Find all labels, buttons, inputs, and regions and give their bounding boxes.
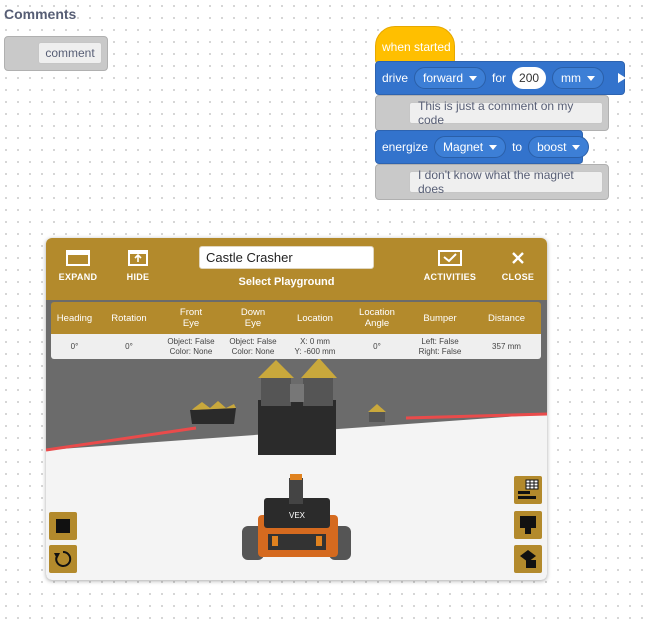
activities-label: ACTIVITIES [423,272,477,282]
header-distance: Distance [488,312,525,324]
expand-label: EXPAND [58,272,98,282]
sensor-readout-table: Heading Rotation Front Eye Down Eye Loca… [51,302,541,359]
energize-mode-dropdown[interactable]: boost [528,136,590,158]
camera-top-view-button[interactable] [514,511,542,539]
close-button[interactable]: CLOSE [494,250,542,282]
playground-scene[interactable]: VEX Heading Rotation Front Eye Down Eye … [46,300,547,580]
expand-button[interactable]: EXPAND [54,250,102,282]
header-location-angle: Location Angle [359,307,395,329]
drive-block[interactable]: drive forward for 200 mm [375,61,627,95]
drive-unit-value: mm [561,71,582,85]
close-icon [512,252,524,264]
activities-icon [438,250,462,266]
comment-1-text[interactable]: This is just a comment on my code [409,99,603,127]
header-bumper: Bumper [423,312,457,324]
sensor-header-row: Heading Rotation Front Eye Down Eye Loca… [51,302,541,334]
close-label: CLOSE [501,272,535,282]
drive-unit-dropdown[interactable]: mm [552,67,605,89]
value-location: X: 0 mm Y: -600 mm [294,336,336,356]
chevron-down-icon [469,75,478,81]
robot-screen-text: VEX [289,511,306,520]
activities-button[interactable]: ACTIVITIES [418,250,482,282]
header-location: Location [297,312,333,324]
select-playground-label[interactable]: Select Playground [199,276,374,288]
drive-label: drive [382,71,409,85]
follow-camera-icon [520,550,536,568]
energize-block[interactable]: energize Magnet to boost [375,130,590,164]
expand-icon [66,250,90,266]
dashboard-icon [518,479,539,499]
value-rotation: 0° [125,341,133,351]
energize-mode-value: boost [537,140,567,154]
crate-model-left [190,401,236,424]
chevron-down-icon [587,75,596,81]
castle-model [258,358,337,455]
chevron-down-icon [489,144,498,150]
energize-label: energize [382,140,429,154]
header-down-eye: Down Eye [240,307,266,329]
reset-icon [54,550,72,567]
header-rotation: Rotation [111,312,147,324]
drive-direction-value: forward [423,71,464,85]
drive-for-label: for [492,71,507,85]
when-started-label: when started [382,40,451,54]
dashboard-button[interactable] [514,476,542,504]
reset-button[interactable] [49,545,77,573]
playground-window: EXPAND HIDE Castle Crasher Select Playgr… [46,238,547,580]
energize-target-value: Magnet [443,140,484,154]
value-down-eye: Object: False Color: None [229,336,277,356]
value-front-eye: Object: False Color: None [167,336,215,356]
top-view-camera-icon [520,516,536,534]
header-heading: Heading [56,312,93,324]
sensor-value-row: 0° 0° Object: False Color: None Object: … [51,334,541,359]
value-heading: 0° [70,341,79,351]
energize-to-label: to [512,140,523,154]
value-distance: 357 mm [492,341,521,351]
hide-icon [128,250,148,266]
camera-follow-button[interactable] [514,545,542,573]
palette-comment-block[interactable]: comment [4,36,108,71]
hide-label: HIDE [126,272,150,282]
stop-icon [56,519,70,533]
playground-name-field[interactable]: Castle Crasher [199,246,374,269]
when-started-block[interactable]: when started [375,26,455,64]
hide-button[interactable]: HIDE [114,250,162,282]
palette-comment-label: comment [38,42,102,64]
header-front-eye: Front Eye [179,307,203,329]
energize-target-dropdown[interactable]: Magnet [434,136,507,158]
stop-button[interactable] [49,512,77,540]
drive-distance-input[interactable]: 200 [512,67,547,89]
comment-2-text[interactable]: I don't know what the magnet does [409,168,603,196]
small-tower-right [368,404,386,422]
comment-block-2[interactable]: I don't know what the magnet does [375,164,609,200]
chevron-down-icon [572,144,581,150]
value-bumper: Left: False Right: False [418,336,462,356]
palette-title: Comments [4,6,77,22]
playground-header: EXPAND HIDE Castle Crasher Select Playgr… [46,238,547,300]
drive-direction-dropdown[interactable]: forward [414,67,487,89]
comment-block-1[interactable]: This is just a comment on my code [375,95,609,131]
value-location-angle: 0° [373,341,381,351]
run-step-icon[interactable] [618,73,627,83]
